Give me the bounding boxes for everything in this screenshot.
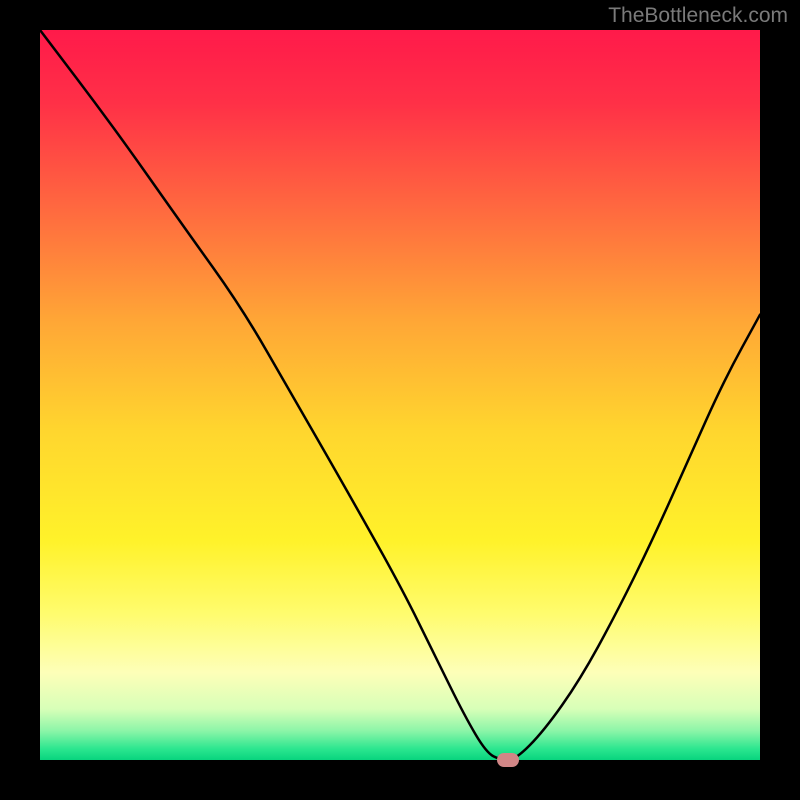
chart-container: TheBottleneck.com [0, 0, 800, 800]
watermark-text: TheBottleneck.com [608, 4, 788, 28]
bottleneck-curve [40, 30, 760, 760]
optimal-marker [497, 753, 519, 767]
plot-area [40, 30, 760, 760]
